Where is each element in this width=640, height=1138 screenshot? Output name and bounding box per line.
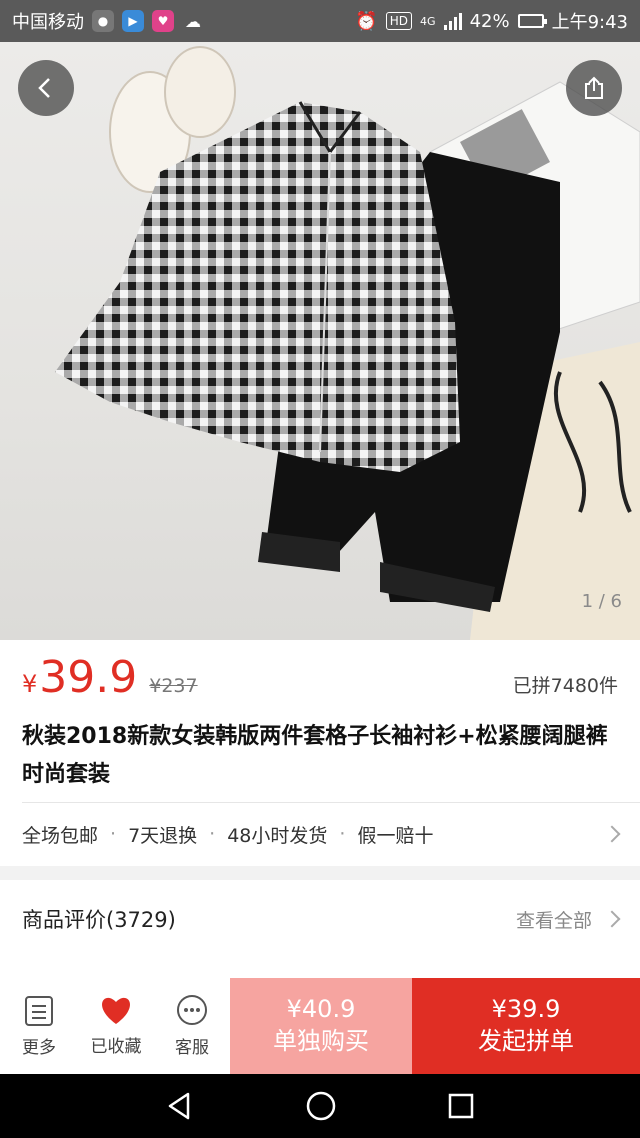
chevron-left-icon xyxy=(38,78,50,98)
share-icon xyxy=(585,76,603,99)
clock: 上午9:43 xyxy=(551,12,628,33)
service-free-shipping: 全场包邮 xyxy=(22,824,99,847)
favorited-label: 已收藏 xyxy=(90,1036,142,1057)
alarm-icon: ⏰ xyxy=(355,10,378,32)
buy-alone-price: ¥40.9 xyxy=(286,995,356,1023)
navigation-bar xyxy=(0,1074,640,1138)
signal-icon xyxy=(443,12,462,30)
heart-icon xyxy=(102,997,130,1024)
product-title: 秋装2018新款女装韩版两件套格子长袖衬衫+松紧腰阔腿裤时尚套装 xyxy=(22,724,608,787)
recents-square-icon[interactable] xyxy=(447,1092,475,1120)
network-label: 4G xyxy=(420,14,436,28)
service-7day-return: 7天退换 xyxy=(128,824,198,847)
price-row: ¥ 39.9 ¥237 已拼7480件 xyxy=(22,656,618,700)
wechat-icon: ☁ xyxy=(185,11,201,31)
battery-percent: 42% xyxy=(469,10,510,32)
divider xyxy=(22,802,640,803)
favorite-button[interactable]: 已收藏 xyxy=(78,978,154,1074)
start-group-buy-button[interactable]: ¥39.9 发起拼单 xyxy=(412,978,640,1074)
gift-app-icon: ♥ xyxy=(152,10,174,32)
list-icon xyxy=(25,995,53,1026)
back-button[interactable] xyxy=(18,60,74,116)
chat-bubble-icon xyxy=(177,994,207,1025)
product-image-gallery[interactable]: 1 / 6 xyxy=(0,42,640,640)
back-triangle-icon[interactable] xyxy=(165,1091,195,1121)
battery-icon xyxy=(517,14,547,28)
group-price: ¥39.9 xyxy=(491,995,561,1023)
customer-service-button[interactable]: 客服 xyxy=(154,978,230,1074)
service-fake-compensation: 假一赔十 xyxy=(357,824,434,847)
service-separator: · xyxy=(110,823,117,845)
share-button[interactable] xyxy=(566,60,622,116)
chevron-right-icon xyxy=(603,825,621,843)
sold-count: 已拼7480件 xyxy=(512,675,618,697)
service-separator: · xyxy=(209,823,216,845)
group-label: 发起拼单 xyxy=(478,1027,574,1055)
status-bar: 中国移动 ● ▶ ♥ ☁ ⏰ HD 4G 42% 上午9:43 xyxy=(0,0,640,42)
service-separator: · xyxy=(339,823,346,845)
notification-app-icon: ● xyxy=(92,10,114,32)
product-info: ¥ 39.9 ¥237 已拼7480件 秋装2018新款女装韩版两件套格子长袖衬… xyxy=(0,640,640,866)
service-48h-ship: 48小时发货 xyxy=(227,824,328,847)
original-price: ¥237 xyxy=(149,675,198,697)
price-currency: ¥ xyxy=(22,670,38,698)
product-photo xyxy=(55,46,640,640)
view-all-reviews-link[interactable]: 查看全部 xyxy=(516,906,592,933)
reviews-header[interactable]: 商品评价(3729) 查看全部 xyxy=(22,898,621,940)
video-app-icon: ▶ xyxy=(122,10,144,32)
reviews-title: 商品评价(3729) xyxy=(22,908,176,932)
buy-alone-button[interactable]: ¥40.9 单独购买 xyxy=(230,978,412,1074)
service-label: 客服 xyxy=(175,1037,209,1058)
carrier-label: 中国移动 xyxy=(12,12,84,33)
service-guarantees[interactable]: 全场包邮 · 7天退换 · 48小时发货 · 假一赔十 xyxy=(22,818,621,850)
chevron-right-icon xyxy=(603,910,621,928)
bottom-action-bar: 更多 已收藏 客服 ¥40.9 单独购买 ¥39.9 发起拼单 xyxy=(0,978,640,1074)
more-button[interactable]: 更多 xyxy=(0,978,78,1074)
page-counter: 1 / 6 xyxy=(581,591,622,612)
current-price: 39.9 xyxy=(39,652,138,703)
more-label: 更多 xyxy=(22,1037,56,1058)
buy-alone-label: 单独购买 xyxy=(273,1027,369,1055)
reviews-section: 商品评价(3729) 查看全部 xyxy=(0,880,640,978)
home-circle-icon[interactable] xyxy=(305,1090,337,1122)
hd-badge: HD xyxy=(385,12,413,30)
